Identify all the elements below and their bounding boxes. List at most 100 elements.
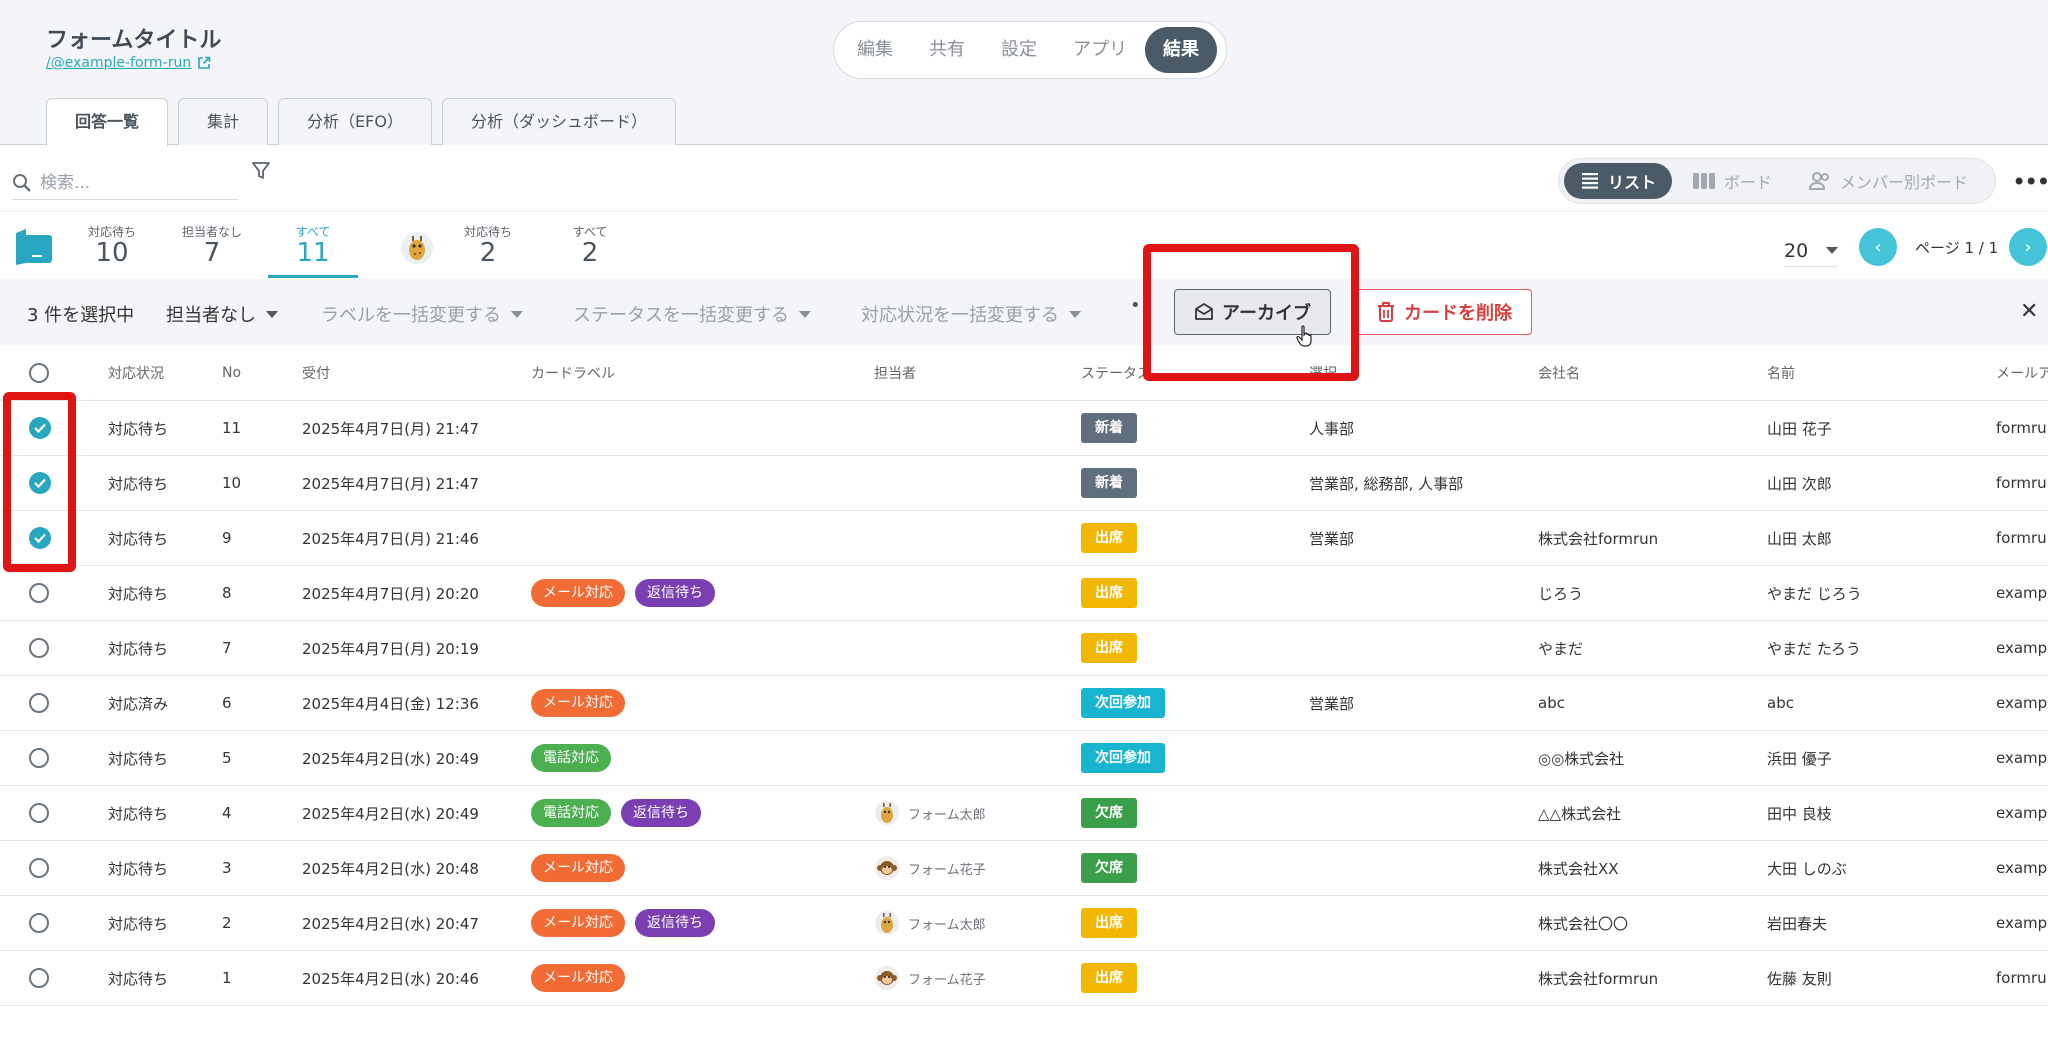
archive-button-label[interactable]: アーカイブ — [1222, 299, 1311, 325]
table-row[interactable]: 対応待ち 5 2025年4月2日(水) 20:49 電話対応 次回参加 ◎◎株式会社 浜田 … — [0, 731, 2048, 786]
cell-status[interactable]: 出席 — [1081, 566, 1137, 620]
table-row[interactable]: 対応待ち 1 2025年4月2日(水) 20:46 メール対応 フォーム花子 出席 株式会社… — [0, 951, 2048, 1006]
bulk-progress-dropdown[interactable]: 対応状況を一括変更する — [861, 301, 1081, 327]
row-checkbox[interactable] — [29, 731, 49, 785]
cell-status[interactable]: 出席 — [1081, 951, 1137, 1005]
bulk-label-label[interactable]: ラベルを一括変更する — [321, 301, 501, 327]
checked-icon[interactable] — [29, 527, 51, 549]
row-checkbox[interactable] — [29, 566, 49, 620]
col-status[interactable]: ステータス — [1081, 345, 1151, 400]
cell-status[interactable]: 欠席 — [1081, 841, 1137, 895]
form-link-text[interactable]: /@example-form-run — [46, 55, 191, 71]
row-checkbox[interactable] — [29, 621, 49, 675]
row-checkbox[interactable] — [29, 676, 49, 730]
view-member-board-button[interactable]: メンバー別ボード — [1792, 163, 1984, 199]
bulk-status-label[interactable]: ステータスを一括変更する — [573, 301, 789, 327]
row-checkbox[interactable] — [29, 511, 51, 565]
checkbox-circle[interactable] — [29, 968, 49, 988]
row-checkbox[interactable] — [29, 401, 51, 455]
table-row[interactable]: 対応待ち 4 2025年4月2日(水) 20:49 電話対応 返信待ち フォーム太郎 欠席 △… — [0, 786, 2048, 841]
per-page-value[interactable]: 20 — [1784, 240, 1808, 262]
col-no[interactable]: No — [222, 345, 241, 400]
checkbox-circle[interactable] — [29, 803, 49, 823]
stat-pending[interactable]: 対応待ち 10 — [70, 223, 154, 268]
subtab-dashboard[interactable]: 分析（ダッシュボード） — [441, 98, 676, 145]
delete-card-button[interactable]: カードを削除 — [1356, 289, 1532, 335]
more-options-icon[interactable]: ••• — [2012, 168, 2048, 196]
stat-member-pending[interactable]: 対応待ち 2 — [446, 223, 530, 268]
checkbox-circle[interactable] — [29, 693, 49, 713]
stat-member-all[interactable]: すべて 2 — [548, 223, 632, 268]
view-list-label[interactable]: リスト — [1608, 169, 1656, 193]
cell-status[interactable]: 出席 — [1081, 511, 1137, 565]
close-icon[interactable]: ✕ — [2020, 299, 2038, 324]
col-assignee[interactable]: 担当者 — [874, 345, 916, 400]
next-page-button[interactable]: › — [2009, 228, 2047, 266]
col-card-label[interactable]: カードラベル — [531, 345, 615, 400]
cell-status[interactable]: 新着 — [1081, 456, 1137, 510]
cell-assignee[interactable]: フォーム太郎 — [874, 896, 986, 950]
row-checkbox[interactable] — [29, 786, 49, 840]
view-member-board-label[interactable]: メンバー別ボード — [1840, 169, 1968, 193]
col-choice[interactable]: 選択 — [1309, 345, 1337, 400]
col-company[interactable]: 会社名 — [1538, 345, 1580, 400]
checked-icon[interactable] — [29, 417, 51, 439]
checkbox-circle[interactable] — [29, 583, 49, 603]
table-row[interactable]: 対応待ち 3 2025年4月2日(水) 20:48 メール対応 フォーム花子 欠席 株式会社… — [0, 841, 2048, 896]
cell-status[interactable]: 出席 — [1081, 896, 1137, 950]
table-row[interactable]: 対応済み 6 2025年4月4日(金) 12:36 メール対応 次回参加 営業部 abc ab… — [0, 676, 2048, 731]
subtab-responses[interactable]: 回答一覧 — [46, 98, 169, 146]
row-checkbox[interactable] — [29, 841, 49, 895]
tab-settings[interactable]: 設定 — [983, 27, 1055, 73]
table-row[interactable]: 対応待ち 2 2025年4月2日(水) 20:47 メール対応 返信待ち フォーム太郎 出席… — [0, 896, 2048, 951]
more-dots-icon[interactable]: •• — [1130, 295, 1151, 316]
cell-status[interactable]: 次回参加 — [1081, 731, 1165, 785]
checkbox-circle[interactable] — [29, 638, 49, 658]
checkbox-circle[interactable] — [29, 913, 49, 933]
checkbox-circle[interactable] — [29, 748, 49, 768]
external-link-icon[interactable] — [197, 56, 211, 70]
cell-status[interactable]: 新着 — [1081, 401, 1137, 455]
prev-page-button[interactable]: ‹ — [1859, 228, 1897, 266]
checkbox-circle[interactable] — [29, 858, 49, 878]
cell-assignee[interactable]: フォーム太郎 — [874, 786, 986, 840]
view-board-label[interactable]: ボード — [1724, 169, 1772, 193]
delete-button-label[interactable]: カードを削除 — [1404, 299, 1512, 325]
bulk-progress-label[interactable]: 対応状況を一括変更する — [861, 301, 1059, 327]
col-name[interactable]: 名前 — [1767, 345, 1795, 400]
cell-assignee[interactable]: フォーム花子 — [874, 841, 986, 895]
row-checkbox[interactable] — [29, 951, 49, 1005]
bulk-assignee-dropdown[interactable]: 担当者なし — [166, 301, 278, 327]
tab-share[interactable]: 共有 — [911, 27, 983, 73]
member-avatar-giraffe[interactable] — [400, 231, 434, 265]
bulk-label-dropdown[interactable]: ラベルを一括変更する — [321, 301, 523, 327]
tab-results[interactable]: 結果 — [1145, 27, 1217, 73]
col-received[interactable]: 受付 — [302, 345, 330, 400]
tab-apps[interactable]: アプリ — [1055, 27, 1145, 73]
cell-status[interactable]: 欠席 — [1081, 786, 1137, 840]
cell-status[interactable]: 次回参加 — [1081, 676, 1165, 730]
cell-assignee[interactable]: フォーム花子 — [874, 951, 986, 1005]
subtab-summary[interactable]: 集計 — [178, 98, 269, 145]
filter-icon[interactable] — [250, 160, 272, 182]
table-row[interactable]: 対応待ち 11 2025年4月7日(月) 21:47 新着 人事部 山田 花子 formru… — [0, 401, 2048, 456]
per-page-select[interactable]: 20 — [1784, 235, 1838, 267]
row-checkbox[interactable] — [29, 456, 51, 510]
view-board-button[interactable]: ボード — [1676, 163, 1788, 199]
subtab-efo[interactable]: 分析（EFO） — [278, 98, 432, 145]
col-progress[interactable]: 対応状況 — [108, 345, 164, 400]
bulk-assignee-label[interactable]: 担当者なし — [166, 301, 256, 327]
table-row[interactable]: 対応待ち 10 2025年4月7日(月) 21:47 新着 営業部, 総務部, 人事部 山… — [0, 456, 2048, 511]
col-email[interactable]: メールア — [1996, 345, 2048, 400]
view-list-button[interactable]: リスト — [1564, 163, 1673, 199]
table-row[interactable]: 対応待ち 9 2025年4月7日(月) 21:46 出席 営業部 株式会社formrun 山… — [0, 511, 2048, 566]
checkbox-circle[interactable] — [29, 362, 49, 383]
table-row[interactable]: 対応待ち 8 2025年4月7日(月) 20:20 メール対応 返信待ち 出席 じろう やまだ… — [0, 566, 2048, 621]
search-input[interactable] — [40, 172, 220, 193]
stat-unassigned[interactable]: 担当者なし 7 — [170, 223, 254, 268]
tab-edit[interactable]: 編集 — [839, 27, 911, 73]
select-all-checkbox[interactable] — [29, 345, 49, 400]
cell-status[interactable]: 出席 — [1081, 621, 1137, 675]
form-public-link[interactable]: /@example-form-run — [46, 55, 211, 71]
row-checkbox[interactable] — [29, 896, 49, 950]
